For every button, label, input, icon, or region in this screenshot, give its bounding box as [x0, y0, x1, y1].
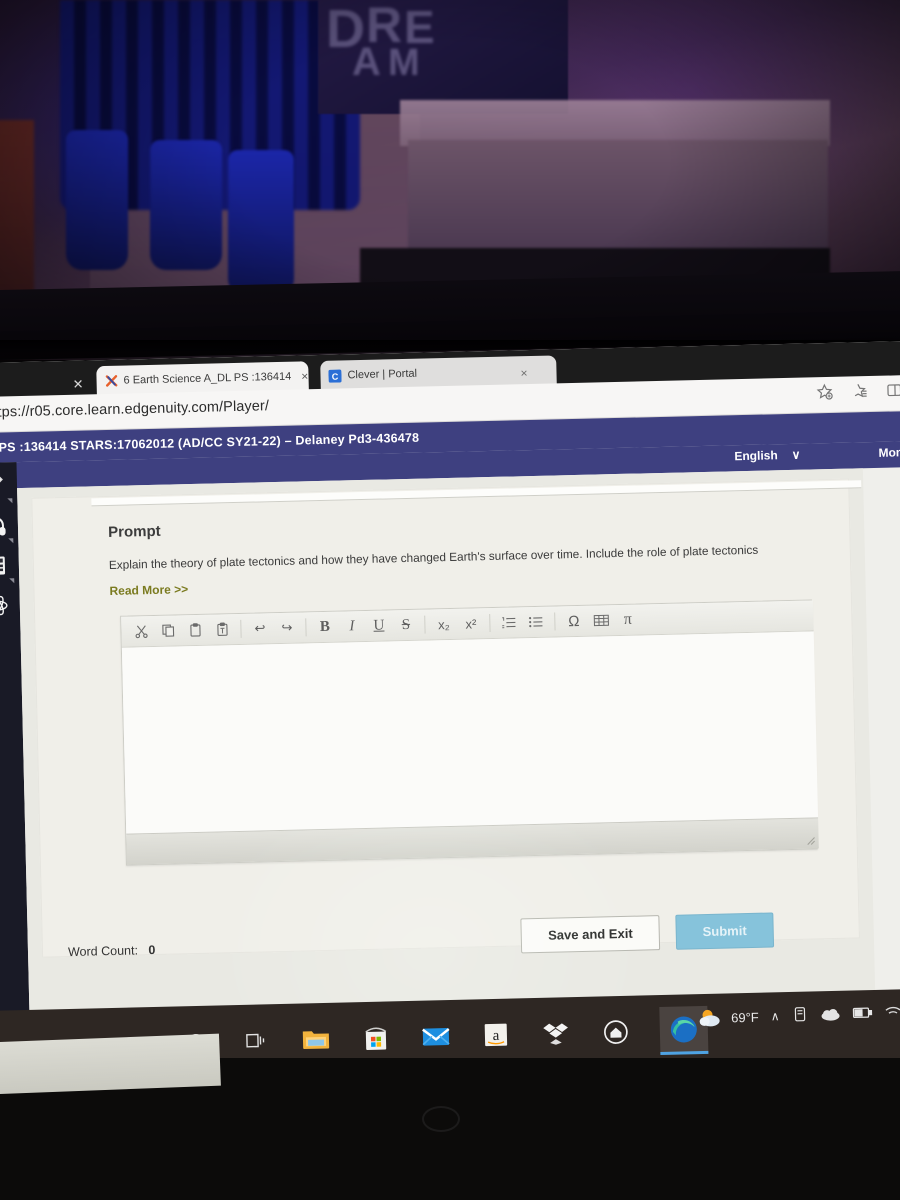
svg-text:a: a	[492, 1028, 499, 1044]
toolbar-group-lists	[495, 609, 550, 635]
resize-handle-icon[interactable]	[803, 833, 816, 845]
language-selector[interactable]: English ∨	[734, 448, 800, 464]
strikethrough-icon[interactable]: S	[392, 612, 420, 638]
onedrive-icon[interactable]	[791, 1006, 808, 1026]
word-count-value: 0	[148, 943, 156, 958]
redo-icon[interactable]: ↪	[273, 615, 301, 641]
superscript-icon[interactable]: x²	[457, 611, 485, 637]
room-background: D R E A M	[0, 0, 900, 360]
weather-temperature: 69°F	[730, 1009, 759, 1025]
desk-surface	[0, 1033, 221, 1095]
toolbar-group-history: ↩ ↪	[246, 615, 301, 641]
task-view-icon[interactable]	[240, 1024, 273, 1057]
save-and-exit-button[interactable]: Save and Exit	[520, 915, 661, 954]
undo-icon[interactable]: ↩	[246, 616, 274, 642]
read-more-link[interactable]: Read More >>	[109, 582, 188, 598]
svg-text:C: C	[332, 371, 339, 381]
add-favorite-icon[interactable]	[816, 383, 834, 405]
toolbar-group-clipboard	[127, 617, 236, 645]
word-count: Word Count: 0	[68, 943, 156, 959]
essay-text-area[interactable]	[121, 631, 819, 836]
essay-editor[interactable]: ↩ ↪ B I U S x₂ x² Ω π	[120, 599, 819, 866]
special-character-icon[interactable]: Ω	[560, 608, 588, 634]
toolbar-divider	[554, 612, 556, 631]
browser-tab-title: Clever | Portal	[347, 367, 418, 382]
italic-icon[interactable]: I	[338, 613, 366, 639]
table-icon[interactable]	[587, 608, 615, 634]
chevron-down-icon[interactable]: ∨	[792, 448, 801, 462]
microsoft-store-icon[interactable]	[360, 1021, 393, 1054]
mail-icon[interactable]	[420, 1020, 453, 1053]
file-explorer-icon[interactable]	[300, 1023, 333, 1056]
x-logo-icon	[104, 374, 117, 387]
monitor-label[interactable]: Monit	[878, 445, 900, 460]
battery-icon[interactable]	[852, 1006, 873, 1022]
rail-caret-icon	[7, 498, 13, 504]
bulleted-list-icon[interactable]	[522, 609, 550, 635]
toolbar-group-format: B I U S	[311, 612, 420, 640]
word-count-label: Word Count:	[67, 943, 139, 960]
prompt-heading: Prompt	[107, 522, 161, 542]
collections-icon[interactable]	[851, 382, 869, 404]
laptop-brand-logo	[422, 1106, 460, 1132]
home-icon[interactable]	[600, 1016, 633, 1049]
subscript-icon[interactable]: x₂	[430, 611, 458, 637]
numbered-list-icon[interactable]	[495, 610, 523, 636]
cut-icon[interactable]	[127, 618, 155, 644]
submit-button[interactable]: Submit	[675, 912, 775, 950]
system-tray: 69°F ∧	[697, 1003, 900, 1028]
atom-icon[interactable]	[0, 588, 14, 623]
clever-c-icon: C	[328, 369, 342, 383]
prompt-text: Explain the theory of plate tectonics an…	[108, 542, 759, 572]
lesson-card: Prompt Explain the theory of plate tecto…	[31, 478, 862, 959]
underline-icon[interactable]: U	[365, 613, 393, 639]
math-icon[interactable]: π	[614, 607, 642, 633]
language-value: English	[734, 448, 778, 464]
tab-close-icon[interactable]: ×	[301, 369, 308, 383]
paste-as-text-icon[interactable]	[208, 617, 236, 643]
bold-icon[interactable]: B	[311, 614, 339, 640]
wifi-icon[interactable]	[884, 1005, 900, 1021]
split-screen-icon[interactable]	[886, 381, 900, 403]
tab-close-icon[interactable]: ×	[520, 366, 527, 380]
progress-track[interactable]	[91, 480, 862, 507]
toolbar-divider	[489, 614, 491, 633]
dropbox-icon[interactable]	[540, 1017, 573, 1050]
weather-widget[interactable]: 69°F	[697, 1007, 759, 1028]
toolbar-group-script: x₂ x²	[430, 611, 485, 637]
browser-toolbar-icons	[816, 381, 900, 405]
window-close-icon[interactable]: ✕	[72, 377, 83, 393]
lesson-page: Prompt Explain the theory of plate tecto…	[17, 468, 876, 1022]
action-buttons: Save and Exit Submit	[520, 912, 775, 954]
browser-tab-title: 6 Earth Science A_DL PS :136414	[123, 370, 292, 387]
toolbar-divider	[305, 618, 307, 637]
amazon-icon[interactable]: a	[480, 1019, 513, 1052]
toolbar-divider	[424, 615, 426, 634]
laptop-screen: ✕ 6 Earth Science A_DL PS :136414 × C Cl…	[0, 340, 900, 1044]
photo-of-laptop-screen: D R E A M ✕	[0, 0, 900, 1200]
paste-icon[interactable]	[181, 617, 209, 643]
toolbar-divider	[240, 619, 242, 638]
cloud-icon[interactable]	[820, 1006, 840, 1023]
copy-icon[interactable]	[154, 618, 182, 644]
toolbar-group-insert: Ω π	[560, 607, 642, 634]
sun-cloud-icon	[699, 1009, 720, 1027]
course-title: DL PS :136414 STARS:17062012 (AD/CC SY21…	[0, 430, 420, 456]
show-hidden-icons-chevron[interactable]: ∧	[771, 1009, 780, 1023]
rail-caret-icon	[9, 578, 15, 584]
rail-caret-icon	[8, 538, 14, 544]
